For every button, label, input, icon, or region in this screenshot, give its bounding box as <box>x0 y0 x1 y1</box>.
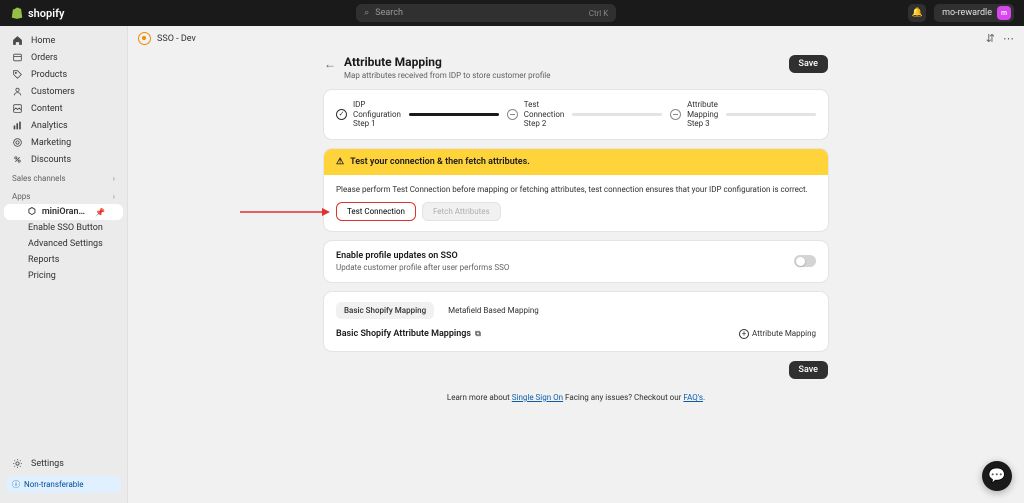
toggle-subtitle: Update customer profile after user perfo… <box>336 263 509 272</box>
nav-marketing[interactable]: Marketing <box>0 134 127 151</box>
info-icon: ⓘ <box>12 479 20 490</box>
step-bar-1 <box>409 113 499 116</box>
tab-metafield-mapping[interactable]: Metafield Based Mapping <box>440 302 547 319</box>
step-bar-2 <box>572 113 662 116</box>
search-input[interactable]: ⌕ Search Ctrl K <box>356 4 616 22</box>
fetch-attributes-button: Fetch Attributes <box>422 202 501 221</box>
external-link-icon[interactable]: ⧉ <box>475 329 481 339</box>
brand-logo[interactable]: shopify <box>10 6 64 20</box>
nav-label: Analytics <box>31 121 68 131</box>
chat-icon: 💬 <box>988 468 1005 484</box>
user-menu[interactable]: mo-rewardle m <box>934 4 1014 22</box>
topbar: shopify ⌕ Search Ctrl K 🔔 mo-rewardle m <box>0 0 1024 26</box>
brand-text: shopify <box>28 7 64 20</box>
nav-home[interactable]: Home <box>0 32 127 49</box>
chevron-right-icon: › <box>113 192 115 201</box>
step-pending-icon <box>670 109 681 120</box>
search-icon: ⌕ <box>364 8 369 18</box>
nav-label: Discounts <box>31 155 71 165</box>
chat-widget[interactable]: 💬 <box>982 461 1012 491</box>
nav-label: Settings <box>31 459 64 469</box>
profile-toggle-card: Enable profile updates on SSO Update cus… <box>324 241 828 282</box>
apps-header[interactable]: Apps› <box>0 186 127 204</box>
step-3: AttributeMappingStep 3 <box>670 100 718 129</box>
main-content: SSO - Dev ⇵ ⋯ ← Attribute Mapping Map at… <box>128 26 1024 503</box>
pin-icon[interactable]: 📌 <box>95 208 105 217</box>
app-icon <box>138 32 151 45</box>
nav-products[interactable]: Products <box>0 66 127 83</box>
page-title: Attribute Mapping <box>344 55 550 69</box>
footer-help-text: Learn more about Single Sign On Facing a… <box>324 393 828 402</box>
search-shortcut: Ctrl K <box>589 9 608 18</box>
app-reports[interactable]: Reports <box>0 252 127 268</box>
nav-analytics[interactable]: Analytics <box>0 117 127 134</box>
username: mo-rewardle <box>942 8 992 18</box>
notifications-button[interactable]: 🔔 <box>908 4 926 22</box>
test-connection-card: ⚠ Test your connection & then fetch attr… <box>324 149 828 231</box>
add-attribute-mapping-button[interactable]: + Attribute Mapping <box>739 329 816 339</box>
nav-label: Home <box>31 36 55 46</box>
page-subtitle: Map attributes received from IDP to stor… <box>344 71 550 80</box>
nav-customers[interactable]: Customers <box>0 83 127 100</box>
more-icon[interactable]: ⋯ <box>1003 32 1014 45</box>
nav-label: Orders <box>31 53 58 63</box>
action-icon[interactable]: ⇵ <box>986 32 995 45</box>
non-transferable-badge[interactable]: ⓘNon-transferable <box>6 476 121 493</box>
steps-card: ✓ IDPConfigurationStep 1 TestConnectionS… <box>324 90 828 139</box>
page-header: ← Attribute Mapping Map attributes recei… <box>324 51 828 90</box>
link-faq[interactable]: FAQ's <box>683 393 703 402</box>
search-placeholder: Search <box>375 8 403 18</box>
step-bar-3 <box>726 113 816 116</box>
chevron-right-icon: › <box>113 174 115 183</box>
step-pending-icon <box>507 109 518 120</box>
nav-label: Customers <box>31 87 75 97</box>
bell-icon: 🔔 <box>911 8 922 18</box>
avatar: m <box>997 6 1011 20</box>
test-connection-button[interactable]: Test Connection <box>336 202 416 221</box>
nav-discounts[interactable]: Discounts <box>0 151 127 168</box>
save-button-footer[interactable]: Save <box>789 361 828 379</box>
app-enable-sso[interactable]: Enable SSO Button <box>0 220 127 236</box>
breadcrumb: SSO - Dev ⇵ ⋯ <box>128 26 1024 51</box>
mapping-section-title: Basic Shopify Attribute Mappings ⧉ <box>336 329 481 339</box>
profile-updates-toggle[interactable] <box>794 255 816 267</box>
check-icon: ✓ <box>336 109 347 120</box>
warning-icon: ⚠ <box>336 157 344 167</box>
banner-text: Please perform Test Connection before ma… <box>336 185 816 194</box>
nav-settings[interactable]: Settings <box>0 455 127 472</box>
toggle-title: Enable profile updates on SSO <box>336 251 509 261</box>
mapping-card: Basic Shopify Mapping Metafield Based Ma… <box>324 292 828 351</box>
nav-label: Products <box>31 70 67 80</box>
back-button[interactable]: ← <box>324 55 336 71</box>
nav-orders[interactable]: Orders <box>0 49 127 66</box>
nav-label: Content <box>31 104 63 114</box>
app-miniorange[interactable]: ⬡miniOrange Single Sign📌 <box>4 204 123 220</box>
step-2: TestConnectionStep 2 <box>507 100 565 129</box>
warning-banner: ⚠ Test your connection & then fetch attr… <box>324 149 828 175</box>
app-advanced-settings[interactable]: Advanced Settings <box>0 236 127 252</box>
step-1: ✓ IDPConfigurationStep 1 <box>336 100 401 129</box>
crumb-app-name[interactable]: SSO - Dev <box>157 34 196 44</box>
nav-content[interactable]: Content <box>0 100 127 117</box>
nav-label: Marketing <box>31 138 71 148</box>
app-pricing[interactable]: Pricing <box>0 268 127 284</box>
plus-icon: + <box>739 329 749 339</box>
sales-channels-header[interactable]: Sales channels› <box>0 168 127 186</box>
save-button[interactable]: Save <box>789 55 828 73</box>
sidebar: Home Orders Products Customers Content A… <box>0 26 128 503</box>
link-sso[interactable]: Single Sign On <box>512 393 563 402</box>
tab-basic-mapping[interactable]: Basic Shopify Mapping <box>336 302 434 319</box>
